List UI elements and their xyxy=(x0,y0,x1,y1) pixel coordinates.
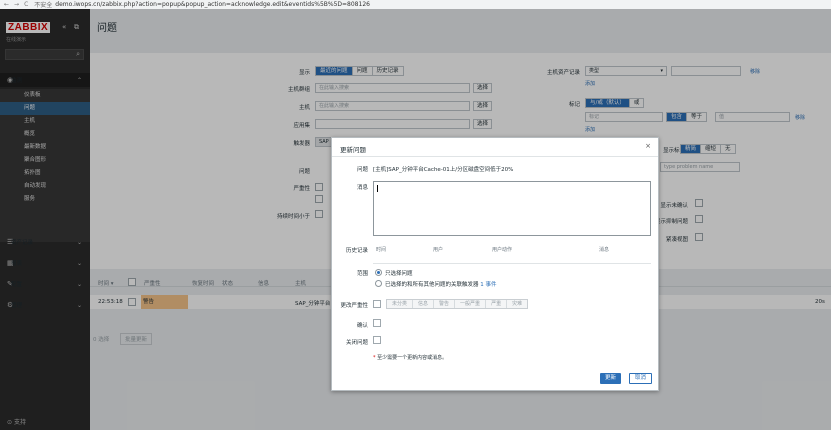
scope-only-selected-radio[interactable] xyxy=(375,269,382,276)
browser-toolbar: ← → C 不安全 demo.iwops.cn/zabbix.php?actio… xyxy=(0,0,831,9)
history-col-message: 消息 xyxy=(599,247,610,253)
back-icon[interactable]: ← xyxy=(4,1,9,8)
problem-label: 问题 xyxy=(356,167,368,173)
scope-label: 范围 xyxy=(356,271,368,277)
message-textarea[interactable] xyxy=(373,181,651,236)
history-col-user: 用户 xyxy=(433,247,444,253)
message-label: 消息 xyxy=(356,185,368,191)
close-problem-checkbox[interactable] xyxy=(373,336,381,344)
history-divider xyxy=(373,263,651,264)
sev-average[interactable]: 一般严重 xyxy=(455,300,487,308)
problem-text: [主机]SAP_分钟平台Cache-01上/分区磁盘空间低于20% xyxy=(373,167,514,173)
sev-warning[interactable]: 警告 xyxy=(434,300,456,308)
reload-icon[interactable]: C xyxy=(24,1,28,8)
history-label: 历史记录 xyxy=(345,248,368,254)
update-problem-dialog: 更新问题 × 问题 [主机]SAP_分钟平台Cache-01上/分区磁盘空间低于… xyxy=(331,137,659,391)
forward-icon[interactable]: → xyxy=(14,1,19,8)
severity-selector: 未分类 信息 警告 一般严重 严重 灾难 xyxy=(386,299,529,309)
dialog-title: 更新问题 xyxy=(340,146,366,154)
text-caret xyxy=(377,185,378,192)
dialog-divider xyxy=(332,156,658,157)
acknowledge-label: 确认 xyxy=(356,323,368,329)
sev-not-classified[interactable]: 未分类 xyxy=(387,300,414,308)
close-problem-label: 关闭问题 xyxy=(345,340,368,346)
scope-event-count[interactable]: 1 事件 xyxy=(480,282,496,288)
address-bar[interactable]: demo.iwops.cn/zabbix.php?action=popup&po… xyxy=(55,1,370,8)
scope-related-label: 已选择的和所有其他问题的关联触发器 1 事件 xyxy=(385,282,497,288)
sev-information[interactable]: 信息 xyxy=(413,300,435,308)
security-indicator[interactable]: 不安全 xyxy=(34,0,52,9)
acknowledge-checkbox[interactable] xyxy=(373,319,381,327)
update-button[interactable]: 更新 xyxy=(600,373,622,384)
cancel-button[interactable]: 取消 xyxy=(629,373,653,384)
change-severity-label: 更改严重性 xyxy=(340,303,368,309)
close-icon[interactable]: × xyxy=(645,142,651,150)
sev-disaster[interactable]: 灾难 xyxy=(507,300,527,308)
required-note: * 至少需要一个更新内容或消息。 xyxy=(373,355,448,361)
scope-related-radio[interactable] xyxy=(375,280,382,287)
change-severity-checkbox[interactable] xyxy=(373,300,381,308)
scope-only-selected-label: 只选择问题 xyxy=(385,271,413,277)
sev-high[interactable]: 严重 xyxy=(486,300,508,308)
history-col-action: 用户动作 xyxy=(492,247,513,253)
history-col-time: 时间 xyxy=(376,247,387,253)
